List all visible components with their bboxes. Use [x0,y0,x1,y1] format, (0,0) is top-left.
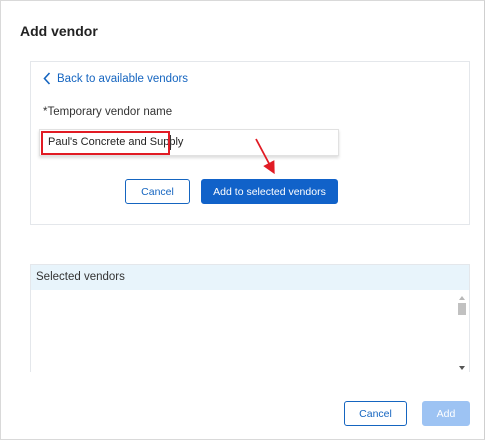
temporary-vendor-card: Back to available vendors *Temporary ven… [30,61,470,225]
scroll-up-arrow-icon[interactable] [459,296,465,300]
scroll-thumb[interactable] [458,303,466,315]
dialog-title: Add vendor [20,23,98,39]
add-to-selected-vendors-button[interactable]: Add to selected vendors [201,179,338,204]
cancel-button[interactable]: Cancel [125,179,190,204]
footer-add-button[interactable]: Add [422,401,470,426]
footer-cancel-button[interactable]: Cancel [344,401,407,426]
vendor-name-label: *Temporary vendor name [43,106,173,118]
temporary-vendor-name-input[interactable]: Paul's Concrete and Supply [39,129,339,156]
scroll-down-arrow-icon[interactable] [459,366,465,370]
back-to-available-vendors-link[interactable]: Back to available vendors [43,72,188,85]
selected-vendors-header: Selected vendors [31,265,469,290]
back-link-label: Back to available vendors [57,72,189,85]
selected-vendors-scrollbar[interactable] [456,294,468,372]
selected-vendors-panel: Selected vendors [30,264,470,372]
add-vendor-dialog: Add vendor Back to available vendors *Te… [0,0,485,440]
highlight-box [41,131,170,155]
chevron-left-icon [43,72,51,85]
text-caret [170,135,171,150]
